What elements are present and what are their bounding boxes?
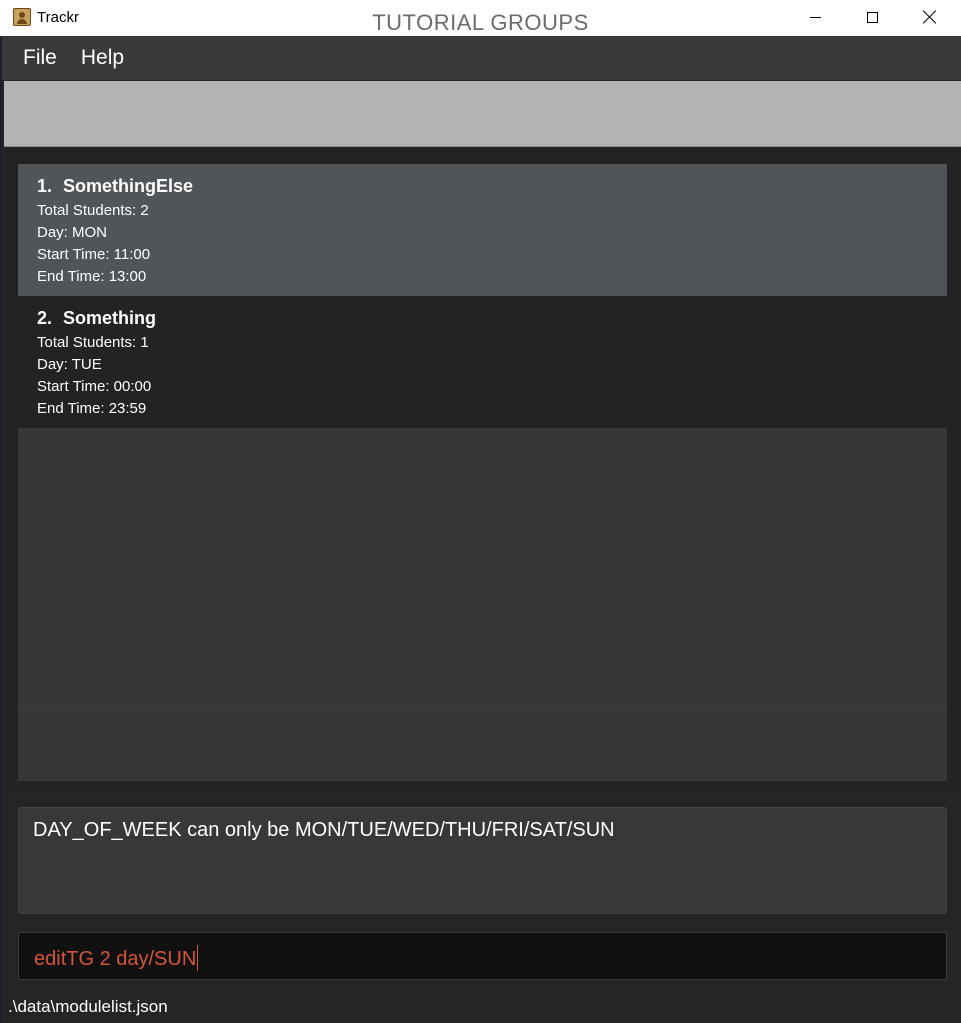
group-start-time: Start Time: 11:00: [37, 246, 151, 263]
save-file-path: .\data\modulelist.json: [8, 997, 168, 1016]
list-item[interactable]: 1. SomethingElse Total Students: 2 Day: …: [18, 164, 947, 296]
group-total-students: Total Students: 2: [37, 202, 149, 219]
group-day: Day: MON: [37, 224, 108, 241]
command-text: editTG 2 day/SUN: [34, 945, 199, 971]
group-end-time: End Time: 23:59: [37, 400, 147, 417]
list-empty-area: [18, 428, 947, 781]
command-value: editTG 2 day/SUN: [34, 948, 197, 970]
list-item[interactable]: 2. Something Total Students: 1 Day: TUE …: [18, 296, 947, 428]
group-total-students: Total Students: 1: [37, 334, 149, 351]
panel-header: [4, 81, 961, 147]
group-end-time: End Time: 13:00: [37, 268, 147, 285]
list-divider: [18, 704, 947, 705]
group-day: Day: TUE: [37, 356, 102, 373]
group-title: 1. SomethingElse: [37, 176, 947, 200]
group-index: 2.: [37, 308, 53, 328]
result-display[interactable]: DAY_OF_WEEK can only be MON/TUE/WED/THU/…: [18, 807, 947, 914]
group-name: SomethingElse: [63, 176, 194, 196]
result-message: DAY_OF_WEEK can only be MON/TUE/WED/THU/…: [33, 819, 615, 841]
group-start-time: Start Time: 00:00: [37, 378, 152, 395]
panel-title: TUTORIAL GROUPS: [372, 10, 589, 35]
command-input[interactable]: editTG 2 day/SUN: [18, 932, 947, 980]
menu-help[interactable]: Help: [81, 46, 124, 70]
menu-file[interactable]: File: [23, 46, 57, 70]
status-bar: .\data\modulelist.json: [2, 994, 961, 1023]
menu-bar: File Help: [2, 36, 961, 80]
group-index: 1.: [37, 176, 53, 196]
group-name: Something: [63, 308, 157, 328]
text-caret: [197, 945, 199, 971]
group-title: 2. Something: [37, 308, 947, 332]
